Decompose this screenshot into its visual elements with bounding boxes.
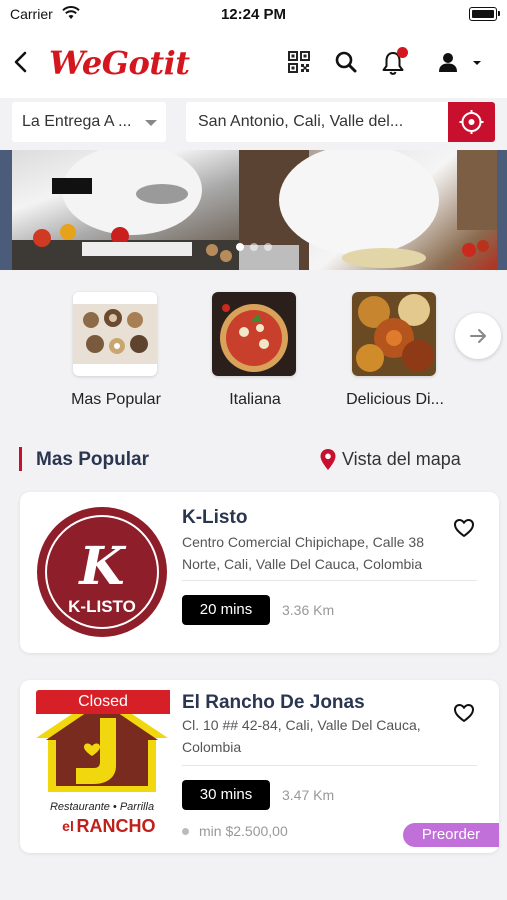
section-accent-bar xyxy=(19,447,22,471)
curry-dishes-image xyxy=(352,292,436,376)
brand-logo: WeGotit xyxy=(49,44,190,82)
user-menu-icon[interactable] xyxy=(437,50,485,76)
category-item[interactable]: Mas Popular xyxy=(46,292,186,412)
divider xyxy=(182,580,477,581)
restaurant-card[interactable]: K K-LISTO K-Listo Centro Comercial Chipi… xyxy=(20,492,499,653)
arrow-right-icon xyxy=(470,329,486,343)
distance-label: 3.47 Km xyxy=(282,787,335,803)
clock: 12:24 PM xyxy=(220,6,287,23)
section-header: Mas Popular Vista del mapa xyxy=(0,444,507,476)
category-label: Italiana xyxy=(229,391,281,408)
svg-text:el: el xyxy=(62,818,74,834)
section-title: Mas Popular xyxy=(36,449,149,470)
distance-label: 3.36 Km xyxy=(282,602,335,618)
pizza-image xyxy=(212,292,296,376)
svg-text:RANCHO: RANCHO xyxy=(77,816,156,836)
preorder-button[interactable]: Preorder xyxy=(403,823,499,847)
search-icon[interactable] xyxy=(334,50,360,76)
favorite-heart-icon[interactable] xyxy=(453,517,475,539)
category-item[interactable]: Delicious Di... xyxy=(325,292,465,412)
restaurant-name[interactable]: El Rancho De Jonas xyxy=(182,692,365,714)
chevron-down-icon xyxy=(145,120,157,126)
restaurant-logo: K K-LISTO xyxy=(36,506,168,638)
category-label: Mas Popular xyxy=(71,391,161,408)
delivery-mode-label: La Entrega A ... xyxy=(22,113,132,130)
restaurant-address: Cl. 10 ## 42-84, Cali, Valle Del Cauca, … xyxy=(182,717,421,755)
status-bar: Carrier 12:24 PM xyxy=(0,0,507,30)
delivery-time-badge: 30 mins xyxy=(182,780,270,810)
restaurant-name[interactable]: K-Listo xyxy=(182,507,247,529)
divider xyxy=(182,765,477,766)
address-field[interactable]: San Antonio, Cali, Valle del... xyxy=(186,102,448,142)
bullet-dot xyxy=(182,827,189,835)
svg-text:K-LISTO: K-LISTO xyxy=(68,597,136,616)
minimum-order: min $2.500,00 xyxy=(182,823,288,839)
location-bar: La Entrega A ... San Antonio, Cali, Vall… xyxy=(0,98,507,150)
battery-icon xyxy=(469,7,500,21)
map-view-label: Vista del mapa xyxy=(342,449,461,469)
category-list: Mas Popular Italiana Delicious Di... xyxy=(0,292,507,412)
locate-me-button[interactable] xyxy=(448,102,495,142)
delivery-time-badge: 20 mins xyxy=(182,595,270,625)
svg-text:Restaurante • Parrilla: Restaurante • Parrilla xyxy=(50,801,154,813)
restaurant-address: Centro Comercial Chipichape, Calle 38 No… xyxy=(182,534,425,572)
food-platter-image xyxy=(73,292,157,376)
restaurant-card[interactable]: Restaurante • Parrilla el RANCHO Closed … xyxy=(20,680,499,853)
address-text: San Antonio, Cali, Valle del... xyxy=(198,113,404,130)
carousel-indicator xyxy=(0,238,507,256)
closed-status-badge: Closed xyxy=(36,690,170,714)
notification-badge xyxy=(397,47,408,58)
header: WeGotit xyxy=(0,30,507,98)
category-item[interactable]: Italiana xyxy=(185,292,325,412)
crosshair-icon xyxy=(459,110,484,134)
category-label: Delicious Di... xyxy=(346,391,444,408)
map-pin-icon xyxy=(320,449,336,470)
favorite-heart-icon[interactable] xyxy=(453,702,475,724)
notification-bell-icon[interactable] xyxy=(380,47,408,76)
minimum-order-value: min $2.500,00 xyxy=(199,823,288,839)
qr-code-icon[interactable] xyxy=(287,50,313,76)
svg-text:K: K xyxy=(77,536,126,597)
back-icon[interactable] xyxy=(10,50,32,74)
delivery-mode-dropdown[interactable]: La Entrega A ... xyxy=(12,102,166,142)
category-next-button[interactable] xyxy=(455,313,501,359)
